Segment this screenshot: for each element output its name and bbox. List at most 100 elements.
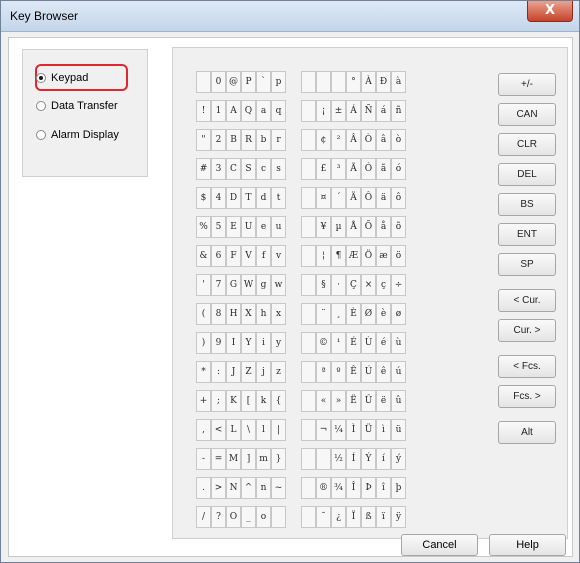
key-button[interactable]: ¯ bbox=[316, 506, 331, 528]
key-button[interactable] bbox=[301, 100, 316, 122]
key-button[interactable]: ) bbox=[196, 332, 211, 354]
key-button[interactable]: a bbox=[256, 100, 271, 122]
cursor-right-button[interactable]: Cur. > bbox=[498, 319, 556, 342]
key-button[interactable]: ° bbox=[346, 71, 361, 93]
key-button[interactable]: y bbox=[271, 332, 286, 354]
bs-button[interactable]: BS bbox=[498, 193, 556, 216]
key-button[interactable]: n bbox=[256, 477, 271, 499]
key-button[interactable]: S bbox=[241, 158, 256, 180]
key-button[interactable]: t bbox=[271, 187, 286, 209]
radio-keypad-circle[interactable] bbox=[36, 73, 46, 83]
key-button[interactable]: F bbox=[226, 245, 241, 267]
key-button[interactable]: î bbox=[376, 477, 391, 499]
key-button[interactable]: i bbox=[256, 332, 271, 354]
key-button[interactable]: b bbox=[256, 129, 271, 151]
key-button[interactable] bbox=[331, 71, 346, 93]
key-button[interactable]: ü bbox=[391, 419, 406, 441]
key-button[interactable]: / bbox=[196, 506, 211, 528]
key-button[interactable]: ç bbox=[376, 274, 391, 296]
key-button[interactable]: ¦ bbox=[316, 245, 331, 267]
key-button[interactable]: f bbox=[256, 245, 271, 267]
key-button[interactable]: ö bbox=[391, 245, 406, 267]
key-button[interactable]: ÿ bbox=[391, 506, 406, 528]
key-button[interactable]: ÷ bbox=[391, 274, 406, 296]
key-button[interactable]: Ë bbox=[346, 390, 361, 412]
key-button[interactable]: Õ bbox=[361, 216, 376, 238]
key-button[interactable]: ' bbox=[196, 274, 211, 296]
key-button[interactable] bbox=[301, 245, 316, 267]
key-button[interactable]: ( bbox=[196, 303, 211, 325]
plus-minus-button[interactable]: +/- bbox=[498, 73, 556, 96]
key-button[interactable]: È bbox=[346, 303, 361, 325]
key-button[interactable]: 9 bbox=[211, 332, 226, 354]
key-button[interactable]: ² bbox=[331, 129, 346, 151]
clr-button[interactable]: CLR bbox=[498, 133, 556, 156]
key-button[interactable]: ì bbox=[376, 419, 391, 441]
key-button[interactable]: m bbox=[256, 448, 271, 470]
radio-alarm-display-circle[interactable] bbox=[36, 130, 46, 140]
key-button[interactable] bbox=[301, 274, 316, 296]
key-button[interactable]: Ò bbox=[361, 129, 376, 151]
key-button[interactable]: ù bbox=[391, 332, 406, 354]
key-button[interactable]: w bbox=[271, 274, 286, 296]
key-button[interactable]: Á bbox=[346, 100, 361, 122]
key-button[interactable]: @ bbox=[226, 71, 241, 93]
sp-button[interactable]: SP bbox=[498, 253, 556, 276]
key-button[interactable]: 4 bbox=[211, 187, 226, 209]
key-button[interactable]: K bbox=[226, 390, 241, 412]
radio-data-transfer-circle[interactable] bbox=[36, 101, 46, 111]
key-button[interactable]: ñ bbox=[391, 100, 406, 122]
key-button[interactable]: & bbox=[196, 245, 211, 267]
key-button[interactable]: G bbox=[226, 274, 241, 296]
key-button[interactable] bbox=[271, 506, 286, 528]
key-button[interactable]: I bbox=[226, 332, 241, 354]
key-button[interactable] bbox=[301, 477, 316, 499]
key-button[interactable]: Y bbox=[241, 332, 256, 354]
key-button[interactable]: û bbox=[391, 390, 406, 412]
key-button[interactable]: Ö bbox=[361, 245, 376, 267]
key-button[interactable]: g bbox=[256, 274, 271, 296]
key-button[interactable]: ¹ bbox=[331, 332, 346, 354]
radio-keypad[interactable]: Keypad bbox=[36, 72, 88, 84]
key-button[interactable]: ¶ bbox=[331, 245, 346, 267]
key-button[interactable]: : bbox=[211, 361, 226, 383]
key-button[interactable]: 8 bbox=[211, 303, 226, 325]
key-button[interactable]: o bbox=[256, 506, 271, 528]
key-button[interactable]: 3 bbox=[211, 158, 226, 180]
key-button[interactable]: > bbox=[211, 477, 226, 499]
key-button[interactable]: Ó bbox=[361, 158, 376, 180]
key-button[interactable]: = bbox=[211, 448, 226, 470]
can-button[interactable]: CAN bbox=[498, 103, 556, 126]
key-button[interactable]: ? bbox=[211, 506, 226, 528]
key-button[interactable]: M bbox=[226, 448, 241, 470]
key-button[interactable] bbox=[301, 332, 316, 354]
key-button[interactable]: l bbox=[256, 419, 271, 441]
key-button[interactable]: * bbox=[196, 361, 211, 383]
key-button[interactable]: [ bbox=[241, 390, 256, 412]
focus-prev-button[interactable]: < Fcs. bbox=[498, 355, 556, 378]
key-button[interactable]: D bbox=[226, 187, 241, 209]
key-button[interactable]: X bbox=[241, 303, 256, 325]
key-button[interactable]: Æ bbox=[346, 245, 361, 267]
key-button[interactable]: ¾ bbox=[331, 477, 346, 499]
key-button[interactable]: » bbox=[331, 390, 346, 412]
key-button[interactable] bbox=[301, 419, 316, 441]
key-button[interactable]: Ê bbox=[346, 361, 361, 383]
key-button[interactable]: æ bbox=[376, 245, 391, 267]
key-button[interactable]: ¨ bbox=[316, 303, 331, 325]
key-button[interactable]: E bbox=[226, 216, 241, 238]
key-button[interactable]: ë bbox=[376, 390, 391, 412]
key-button[interactable]: ¿ bbox=[331, 506, 346, 528]
key-button[interactable]: V bbox=[241, 245, 256, 267]
key-button[interactable]: + bbox=[196, 390, 211, 412]
key-button[interactable]: § bbox=[316, 274, 331, 296]
key-button[interactable]: µ bbox=[331, 216, 346, 238]
key-button[interactable]: T bbox=[241, 187, 256, 209]
key-button[interactable] bbox=[301, 187, 316, 209]
cancel-button[interactable]: Cancel bbox=[401, 534, 478, 556]
key-button[interactable]: Ù bbox=[361, 332, 376, 354]
key-button[interactable]: ¥ bbox=[316, 216, 331, 238]
key-button[interactable]: á bbox=[376, 100, 391, 122]
key-button[interactable]: W bbox=[241, 274, 256, 296]
key-button[interactable]: ; bbox=[211, 390, 226, 412]
